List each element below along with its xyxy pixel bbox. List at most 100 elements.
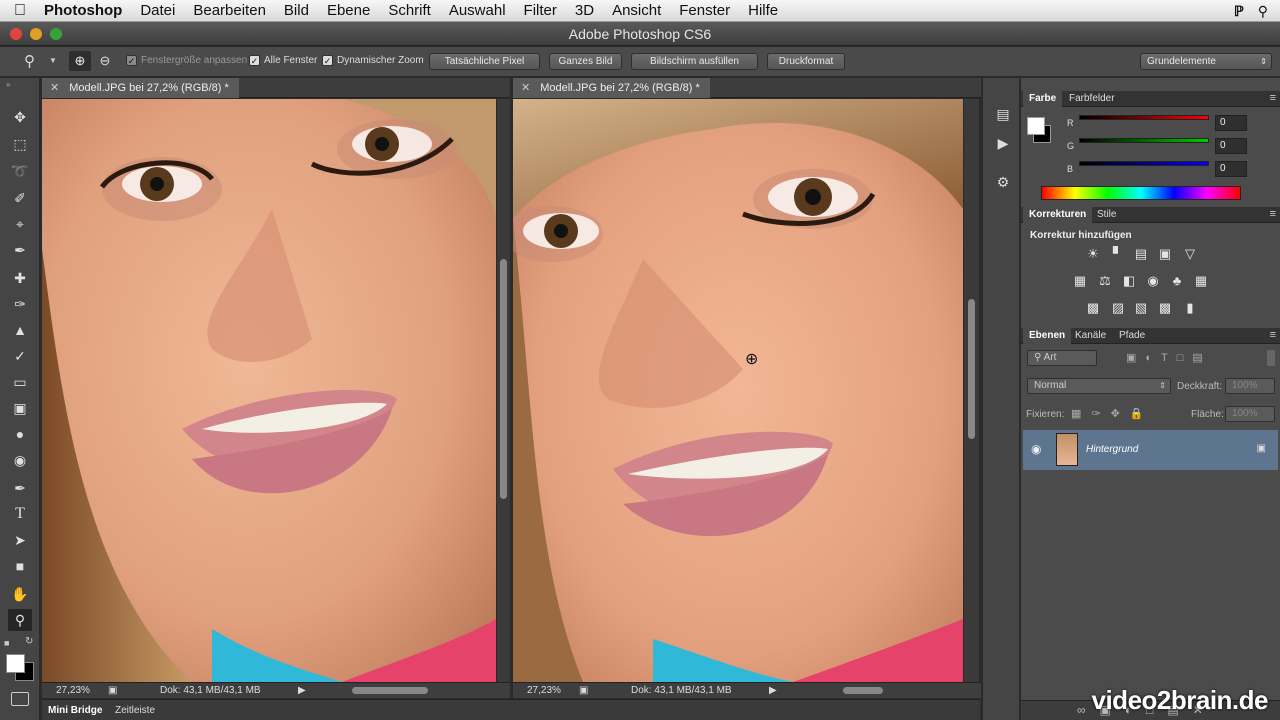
print-size-button[interactable]: Druckformat: [767, 53, 845, 70]
horizontal-scrollbar-thumb[interactable]: [843, 687, 883, 694]
fill-screen-button[interactable]: Bildschirm ausfüllen: [631, 53, 758, 70]
tab-ebenen[interactable]: Ebenen: [1023, 328, 1072, 344]
green-slider[interactable]: [1079, 138, 1209, 143]
zoom-level[interactable]: 27,23%: [56, 685, 90, 696]
foreground-color-swatch[interactable]: [6, 654, 25, 673]
default-colors-icon[interactable]: ■: [4, 638, 9, 648]
lasso-tool-icon[interactable]: ➰: [8, 160, 32, 182]
preset-dropdown-icon[interactable]: ▼: [49, 56, 57, 65]
color-balance-icon[interactable]: ⚖: [1096, 273, 1114, 289]
gradient-tool-icon[interactable]: ▣: [8, 397, 32, 419]
menu-datei[interactable]: Datei: [131, 2, 184, 19]
history-brush-tool-icon[interactable]: ✓: [8, 345, 32, 367]
dynamic-zoom-checkbox[interactable]: ✓: [322, 55, 333, 66]
threshold-icon[interactable]: ▧: [1132, 300, 1150, 316]
properties-panel-icon[interactable]: ⚙: [993, 172, 1013, 192]
layer-filter-icons[interactable]: ▣◐T□▤: [1126, 351, 1212, 364]
eraser-tool-icon[interactable]: ▭: [8, 371, 32, 393]
panel-menu-icon[interactable]: ≡: [1270, 329, 1276, 341]
invert-icon[interactable]: ▩: [1084, 300, 1102, 316]
close-window-button[interactable]: [10, 28, 22, 40]
collapse-tools-icon[interactable]: »: [6, 80, 10, 89]
menu-schrift[interactable]: Schrift: [379, 2, 440, 19]
menu-fenster[interactable]: Fenster: [670, 2, 739, 19]
filter-toggle[interactable]: [1267, 350, 1275, 366]
close-tab-icon[interactable]: ✕: [50, 82, 59, 94]
status-menu-arrow-icon[interactable]: ▶: [769, 685, 777, 696]
gradient-map-icon[interactable]: ▮: [1181, 300, 1199, 316]
menu-hilfe[interactable]: Hilfe: [739, 2, 787, 19]
posterize-icon[interactable]: ▨: [1109, 300, 1127, 316]
black-white-icon[interactable]: ◧: [1120, 273, 1138, 289]
visibility-eye-icon[interactable]: ◉: [1031, 442, 1041, 456]
zoom-level[interactable]: 27,23%: [527, 685, 561, 696]
adobe-status-icon[interactable]: ℙ: [1234, 3, 1244, 20]
levels-icon[interactable]: ▘: [1109, 246, 1127, 262]
spotlight-search-icon[interactable]: ⚲: [1258, 3, 1268, 20]
menu-app-photoshop[interactable]: Photoshop: [40, 2, 131, 19]
path-selection-tool-icon[interactable]: ➤: [8, 529, 32, 551]
panel-menu-icon[interactable]: ≡: [1270, 92, 1276, 104]
panel-menu-icon[interactable]: ≡: [1270, 208, 1276, 220]
tab-pfade[interactable]: Pfade: [1113, 328, 1151, 344]
hand-tool-icon[interactable]: ✋: [8, 583, 32, 605]
history-panel-icon[interactable]: ▤: [993, 104, 1013, 124]
lock-icon[interactable]: ▣: [1257, 443, 1266, 454]
zoom-tool-preset-icon[interactable]: ⚲: [24, 52, 35, 70]
scrollbar-thumb[interactable]: [500, 259, 507, 499]
green-value[interactable]: 0: [1215, 138, 1247, 154]
document-tab-left[interactable]: ✕ Modell.JPG bei 27,2% (RGB/8) *: [42, 78, 239, 98]
menu-ebene[interactable]: Ebene: [318, 2, 379, 19]
menu-bild[interactable]: Bild: [275, 2, 318, 19]
all-windows-checkbox[interactable]: ✓: [249, 55, 260, 66]
menu-filter[interactable]: Filter: [515, 2, 566, 19]
fit-screen-button[interactable]: Ganzes Bild: [549, 53, 622, 70]
foreground-color-swatch[interactable]: [1027, 117, 1045, 135]
quick-mask-icon[interactable]: [11, 692, 29, 706]
lock-icons[interactable]: ▦✑✥🔒: [1071, 407, 1154, 420]
red-slider[interactable]: [1079, 115, 1209, 120]
document-canvas-left[interactable]: [42, 99, 496, 682]
workspace-select[interactable]: Grundelemente ⇕: [1140, 53, 1272, 70]
horizontal-scrollbar-thumb[interactable]: [352, 687, 428, 694]
menu-3d[interactable]: 3D: [566, 2, 603, 19]
document-canvas-right[interactable]: ⊕: [513, 99, 963, 682]
hue-saturation-icon[interactable]: ▦: [1071, 273, 1089, 289]
tab-korrekturen[interactable]: Korrekturen: [1023, 207, 1093, 223]
menu-auswahl[interactable]: Auswahl: [440, 2, 515, 19]
menu-ansicht[interactable]: Ansicht: [603, 2, 670, 19]
brush-tool-icon[interactable]: ✑: [8, 293, 32, 315]
channel-mixer-icon[interactable]: ♣: [1168, 273, 1186, 289]
actual-pixels-button[interactable]: Tatsächliche Pixel: [429, 53, 540, 70]
blend-mode-select[interactable]: Normal ⇕: [1027, 378, 1171, 394]
type-tool-icon[interactable]: T: [8, 503, 32, 525]
healing-brush-tool-icon[interactable]: ✚: [8, 267, 32, 289]
curves-icon[interactable]: ▤: [1132, 246, 1150, 262]
document-tab-right[interactable]: ✕ Modell.JPG bei 27,2% (RGB/8) *: [513, 78, 710, 98]
red-value[interactable]: 0: [1215, 115, 1247, 131]
tab-kanaele[interactable]: Kanäle: [1069, 328, 1112, 344]
marquee-tool-icon[interactable]: ⬚: [8, 133, 32, 155]
tab-mini-bridge[interactable]: Mini Bridge: [48, 705, 102, 716]
stamp-tool-icon[interactable]: ▲: [8, 319, 32, 341]
move-tool-icon[interactable]: ✥: [8, 106, 32, 128]
tab-farbfelder[interactable]: Farbfelder: [1063, 91, 1121, 107]
zoom-out-icon[interactable]: ⊖: [95, 51, 115, 71]
zoom-tool-icon[interactable]: ⚲: [8, 609, 32, 631]
swap-colors-icon[interactable]: ↻: [25, 636, 33, 647]
blur-tool-icon[interactable]: ●: [8, 423, 32, 445]
pen-tool-icon[interactable]: ✒: [8, 477, 32, 499]
blue-value[interactable]: 0: [1215, 161, 1247, 177]
tab-timeline[interactable]: Zeitleiste: [115, 705, 155, 716]
fill-input[interactable]: 100%: [1225, 406, 1275, 422]
zoom-in-icon[interactable]: ⊕: [69, 51, 91, 71]
color-lookup-icon[interactable]: ▦: [1192, 273, 1210, 289]
photo-filter-icon[interactable]: ◉: [1144, 273, 1162, 289]
close-tab-icon[interactable]: ✕: [521, 82, 530, 94]
brightness-icon[interactable]: ☀: [1084, 246, 1102, 262]
layer-filter-select[interactable]: ⚲ Art: [1027, 350, 1097, 366]
actions-play-icon[interactable]: ▶: [993, 133, 1013, 153]
vertical-scrollbar-right[interactable]: [963, 99, 979, 682]
rectangle-tool-icon[interactable]: ■: [8, 555, 32, 577]
quick-selection-tool-icon[interactable]: ✐: [8, 187, 32, 209]
